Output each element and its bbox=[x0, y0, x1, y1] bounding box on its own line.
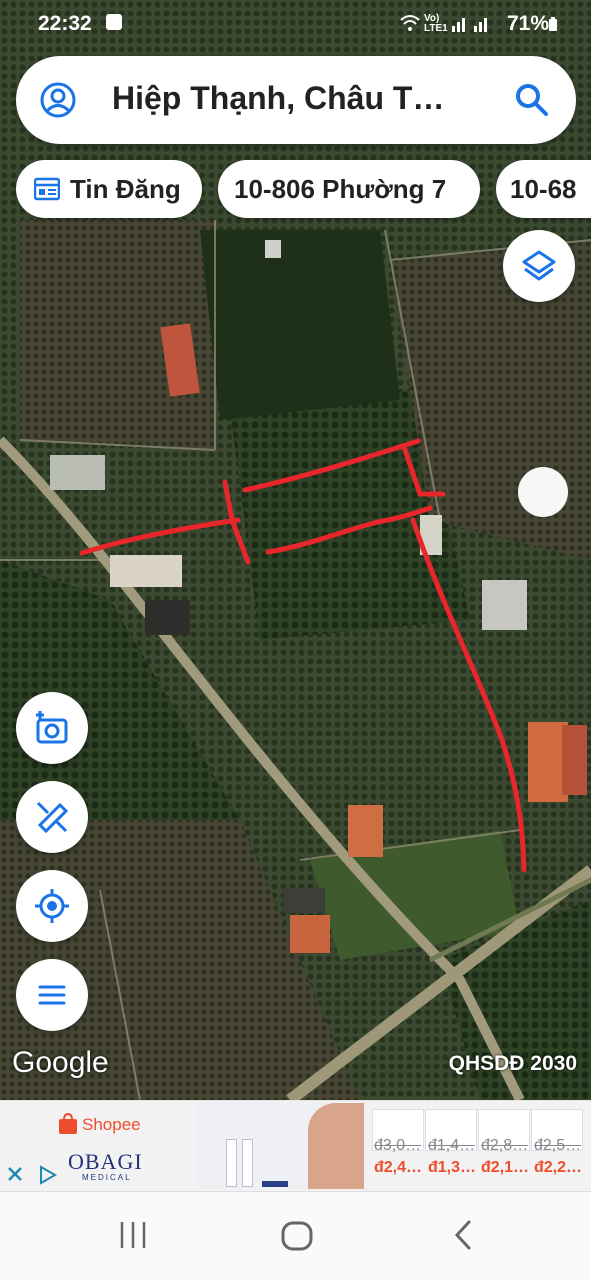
close-icon[interactable] bbox=[6, 1165, 24, 1183]
search-bar[interactable]: Hiệp Thạnh, Châu T… bbox=[16, 56, 576, 144]
battery-icon bbox=[549, 17, 557, 31]
clock: 22:32 bbox=[38, 12, 92, 35]
shopee-label: Shopee bbox=[82, 1115, 141, 1134]
brand-sub: MEDICAL bbox=[82, 1173, 132, 1182]
old-price: đ2,5… bbox=[534, 1137, 582, 1154]
camera-add-icon bbox=[36, 711, 68, 744]
play-icon[interactable] bbox=[38, 1165, 58, 1185]
cta-strip bbox=[262, 1181, 288, 1187]
network-label: Vo) LTE1 bbox=[424, 13, 448, 34]
measure-icon bbox=[36, 801, 69, 834]
planning-layer-label: QHSDĐ 2030 bbox=[448, 1052, 577, 1075]
model-face bbox=[308, 1103, 364, 1189]
shopee-icon bbox=[59, 1113, 77, 1134]
floating-assistive-button[interactable] bbox=[518, 467, 568, 517]
chip-label: 10-806 Phường 7 bbox=[234, 174, 447, 204]
search-icon[interactable] bbox=[514, 82, 550, 118]
google-logo: Google bbox=[12, 1046, 109, 1079]
price: đ2,4… bbox=[374, 1159, 423, 1176]
status-bar: 22:32 Vo) LTE1 71% bbox=[0, 0, 591, 48]
menu-button[interactable] bbox=[16, 959, 88, 1031]
search-query[interactable]: Hiệp Thạnh, Châu T… bbox=[112, 80, 444, 117]
chip-label: 10-68 bbox=[510, 174, 577, 204]
product-bottle bbox=[242, 1139, 253, 1187]
recent-apps-icon[interactable] bbox=[118, 1220, 148, 1250]
signal-icon bbox=[452, 18, 487, 32]
add-photo-button[interactable] bbox=[16, 692, 88, 764]
price: đ2,1… bbox=[481, 1159, 530, 1176]
listing-icon bbox=[34, 177, 60, 201]
old-price: đ2,8… bbox=[481, 1137, 529, 1154]
menu-icon bbox=[38, 985, 66, 1005]
ad-hero-image[interactable] bbox=[196, 1103, 364, 1189]
wifi-icon bbox=[400, 15, 420, 31]
back-icon[interactable] bbox=[452, 1219, 474, 1251]
my-location-button[interactable] bbox=[16, 870, 88, 942]
layers-icon bbox=[522, 250, 556, 281]
notification-icon bbox=[106, 14, 122, 30]
product-bottle bbox=[226, 1139, 237, 1187]
battery-level: 71% bbox=[506, 12, 549, 35]
system-nav-bar bbox=[0, 1192, 591, 1280]
measure-button[interactable] bbox=[16, 781, 88, 853]
chip-parcel-2[interactable]: 10-68 bbox=[496, 160, 591, 218]
chip-label: Tin Đăng bbox=[70, 174, 181, 204]
old-price: đ1,4… bbox=[428, 1137, 476, 1154]
old-price: đ3,0… bbox=[374, 1137, 422, 1154]
price: đ2,2… bbox=[534, 1159, 583, 1176]
ad-banner[interactable]: Shopee OBAGI MEDICAL đ3,0… đ1,4… đ2,8… đ… bbox=[0, 1100, 591, 1192]
my-location-icon bbox=[35, 889, 69, 923]
price: đ1,3… bbox=[428, 1159, 477, 1176]
chip-parcel-1[interactable]: 10-806 Phường 7 bbox=[218, 160, 480, 218]
account-icon[interactable] bbox=[40, 82, 76, 118]
home-icon[interactable] bbox=[280, 1220, 314, 1252]
chip-tin-dang[interactable]: Tin Đăng bbox=[16, 160, 202, 218]
layers-button[interactable] bbox=[503, 230, 575, 302]
brand-name: OBAGI bbox=[68, 1149, 143, 1174]
